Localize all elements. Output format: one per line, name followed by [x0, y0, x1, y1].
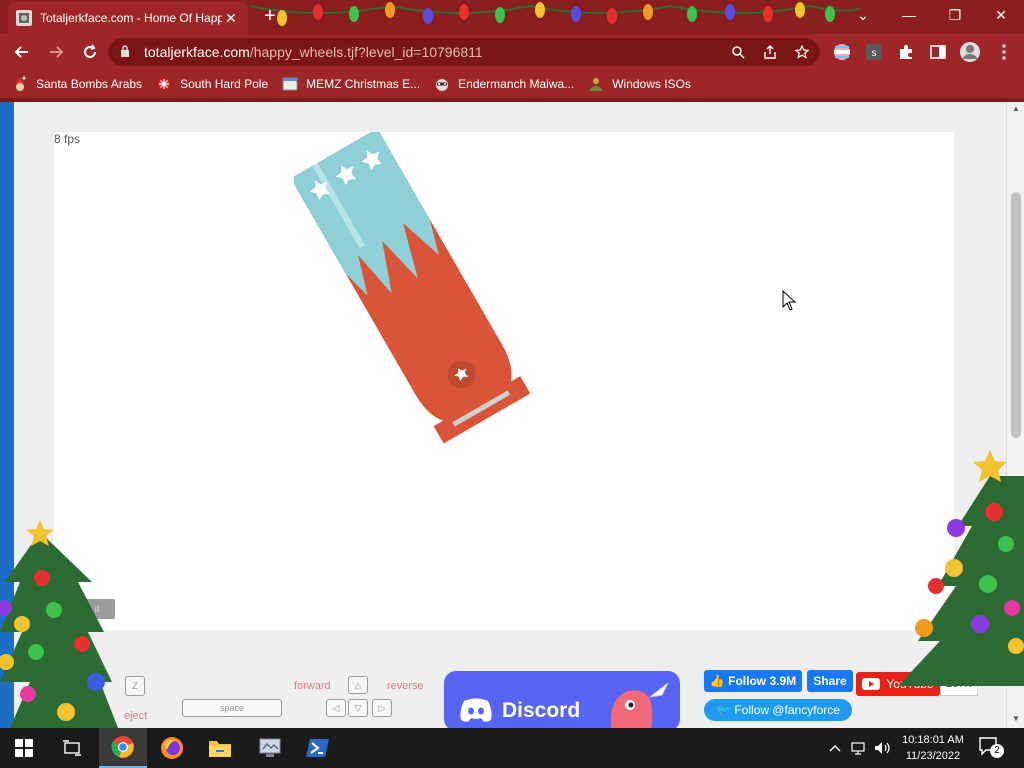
twitter-follow-label: Follow @fancyforce	[734, 703, 840, 717]
scroll-down-arrow-icon[interactable]: ▼	[1007, 712, 1024, 726]
s-extension-icon[interactable]: s	[860, 38, 888, 66]
start-windows-icon[interactable]	[0, 728, 48, 768]
cannon-sprite	[294, 132, 531, 444]
notification-count-badge: 2	[990, 744, 1004, 758]
santa-icon	[12, 76, 28, 92]
clock-date: 11/23/2022	[905, 750, 961, 762]
raccoon-icon	[434, 76, 450, 92]
back-arrow-icon[interactable]	[6, 38, 38, 66]
space-key: space	[182, 699, 282, 717]
restore-button[interactable]: ❐	[932, 0, 978, 30]
firefox-taskbar-icon[interactable]	[148, 728, 196, 768]
svg-text:s: s	[872, 48, 877, 59]
scrollbar-thumb[interactable]	[1011, 192, 1021, 438]
discord-banner[interactable]: Discord	[444, 671, 680, 731]
tab-title: Totaljerkface.com - Home Of Happy Wheels	[40, 11, 222, 25]
left-arrow-key-icon: ◁	[326, 699, 346, 717]
side-panel-icon[interactable]	[924, 38, 952, 66]
game-canvas[interactable]: 8 fps II	[54, 132, 954, 630]
bookmark-santa-bombs-arabs[interactable]: Santa Bombs Arabs	[12, 76, 142, 92]
site-favicon-icon	[16, 10, 32, 26]
kebab-menu-icon[interactable]	[990, 38, 1018, 66]
christmas-tree-left-decoration	[0, 520, 118, 728]
powershell-taskbar-icon[interactable]	[294, 728, 342, 768]
twitter-follow-button[interactable]: 🐦 Follow @fancyforce	[704, 699, 852, 721]
forward-label: forward	[294, 680, 331, 692]
clock-time: 10:18:01 AM	[902, 734, 964, 746]
tray-overflow-chevron-icon[interactable]	[826, 728, 844, 768]
bookmark-label: Santa Bombs Arabs	[36, 77, 143, 91]
mouse-cursor-icon	[782, 290, 797, 311]
task-view-icon[interactable]	[48, 728, 96, 768]
browser-toolbar: totaljerkface.com/happy_wheels.tjf?level…	[0, 34, 1024, 70]
tab-strip: Totaljerkface.com - Home Of Happy Wheels…	[0, 0, 1024, 34]
mascot-icon	[610, 682, 669, 731]
bookmark-label: Endermanch Malwa...	[458, 77, 575, 91]
game-controls-legend: Z eject space forward reverse △ ◁ ▽ ▷ Di…	[14, 632, 1006, 731]
right-arrow-key-icon: ▷	[372, 699, 392, 717]
system-clock[interactable]: 10:18:01 AM 11/23/2022	[893, 732, 973, 764]
puzzle-extensions-icon[interactable]	[892, 38, 920, 66]
fps-counter: 8 fps	[54, 132, 81, 146]
chrome-taskbar-icon[interactable]	[99, 728, 147, 768]
file-explorer-taskbar-icon[interactable]	[196, 728, 244, 768]
discord-logo-icon	[460, 698, 492, 722]
profile-avatar-icon[interactable]	[956, 38, 984, 66]
window-icon	[282, 76, 298, 92]
eject-label: eject	[124, 710, 148, 722]
bookmark-endermanch-malware[interactable]: Endermanch Malwa...	[434, 76, 574, 92]
bookmark-south-hard-pole[interactable]: South Hard Pole	[156, 76, 268, 92]
up-arrow-key-icon: △	[348, 676, 368, 694]
network-icon[interactable]	[848, 728, 868, 768]
bookmark-label: MEMZ Christmas E...	[306, 77, 421, 91]
flag-extension-icon[interactable]	[828, 38, 856, 66]
action-center-button[interactable]: 2	[978, 736, 1006, 760]
close-window-button[interactable]: ✕	[978, 0, 1024, 30]
search-icon[interactable]	[724, 38, 752, 66]
down-arrow-key-icon: ▽	[348, 699, 368, 717]
facebook-share-button[interactable]: Share	[807, 670, 853, 692]
monitor-app-taskbar-icon[interactable]	[246, 728, 294, 768]
z-key: Z	[125, 676, 145, 696]
bookmark-label: South Hard Pole	[180, 77, 269, 91]
url-host: totaljerkface.com	[144, 44, 250, 60]
forward-arrow-icon[interactable]	[40, 38, 72, 66]
new-tab-button[interactable]: +	[258, 6, 282, 28]
bookmark-memz-christmas[interactable]: MEMZ Christmas E...	[282, 76, 420, 92]
facebook-follow-label: Follow 3.9M	[728, 674, 797, 688]
bookmark-star-icon[interactable]	[788, 38, 816, 66]
youtube-play-icon	[862, 678, 881, 690]
browser-tab[interactable]: Totaljerkface.com - Home Of Happy Wheels…	[8, 2, 248, 34]
christmas-tree-right-decoration	[898, 450, 1024, 686]
minimize-button[interactable]: —	[886, 0, 932, 30]
discord-label: Discord	[502, 699, 581, 722]
twitter-bird-icon: 🐦	[716, 703, 732, 717]
bookmark-label: Windows ISOs	[612, 77, 691, 91]
share-icon[interactable]	[756, 38, 784, 66]
address-bar[interactable]: totaljerkface.com/happy_wheels.tjf?level…	[108, 38, 820, 66]
tab-search-button[interactable]: ⌄	[840, 0, 886, 30]
facebook-follow-button[interactable]: 👍 Follow 3.9M	[704, 670, 802, 692]
reload-icon[interactable]	[74, 38, 106, 66]
asterisk-icon	[156, 76, 172, 92]
scroll-up-arrow-icon[interactable]: ▲	[1007, 102, 1024, 116]
thumbs-up-icon: 👍	[709, 674, 725, 688]
bookmark-windows-isos[interactable]: Windows ISOs	[588, 76, 691, 92]
bookmarks-bar: Santa Bombs Arabs South Hard Pole MEMZ C…	[0, 70, 1024, 98]
tab-close-icon[interactable]: ✕	[222, 9, 240, 27]
volume-icon[interactable]	[872, 728, 892, 768]
reverse-label: reverse	[387, 680, 424, 692]
person-icon	[588, 76, 604, 92]
windows-taskbar: 10:18:01 AM 11/23/2022 2	[0, 728, 1024, 768]
url-path: /happy_wheels.tjf?level_id=10796811	[249, 44, 483, 60]
lock-icon[interactable]	[120, 44, 134, 60]
